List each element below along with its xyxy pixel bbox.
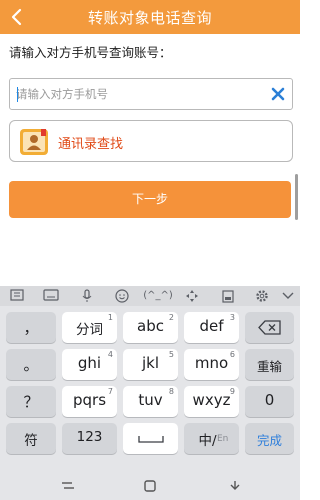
key-123[interactable]: 123 bbox=[62, 423, 117, 454]
title-bar: 转账对象电话查询 bbox=[0, 0, 300, 34]
key-symbols[interactable]: 符 bbox=[6, 423, 56, 454]
phone-input-box bbox=[9, 78, 293, 110]
system-nav-bar bbox=[0, 471, 300, 500]
contacts-lookup-button[interactable]: 通讯录查找 bbox=[9, 120, 293, 162]
key-language-en-label: En bbox=[217, 434, 229, 444]
key-9-wxyz[interactable]: 9 wxyz bbox=[184, 386, 239, 417]
keyboard-toolbar: (^_^) bbox=[0, 286, 300, 306]
key-reset[interactable]: 重输 bbox=[245, 349, 294, 380]
key-6-mno[interactable]: 6 mno bbox=[184, 349, 239, 380]
emoji-icon[interactable] bbox=[113, 289, 131, 303]
scroll-indicator bbox=[295, 174, 298, 220]
space-icon bbox=[138, 436, 164, 443]
keyboard-icon[interactable] bbox=[42, 289, 60, 303]
contacts-lookup-label: 通讯录查找 bbox=[58, 137, 124, 152]
key-space[interactable] bbox=[123, 423, 178, 454]
key-3-def[interactable]: 3 def bbox=[184, 312, 239, 343]
collapse-keyboard-icon[interactable] bbox=[279, 289, 297, 303]
clipboard-icon[interactable] bbox=[219, 289, 237, 303]
text-cursor bbox=[17, 87, 18, 102]
key-backspace[interactable] bbox=[245, 312, 294, 343]
key-4-ghi[interactable]: 4 ghi bbox=[62, 349, 117, 380]
settings-icon[interactable] bbox=[253, 289, 271, 303]
key-2-abc[interactable]: 2 abc bbox=[123, 312, 178, 343]
page-title: 转账对象电话查询 bbox=[87, 9, 212, 27]
backspace-icon bbox=[258, 320, 281, 335]
contact-book-icon bbox=[19, 127, 49, 157]
cursor-move-icon[interactable] bbox=[183, 289, 201, 303]
key-5-jkl[interactable]: 5 jkl bbox=[123, 349, 178, 380]
key-7-pqrs[interactable]: 7 pqrs bbox=[62, 386, 117, 417]
phone-input[interactable] bbox=[10, 79, 260, 109]
key-1-segment[interactable]: 1 分词 bbox=[62, 312, 117, 343]
key-period[interactable]: 。 bbox=[6, 349, 56, 380]
clear-input-button[interactable] bbox=[270, 86, 286, 102]
kaomoji-icon[interactable]: (^_^) bbox=[143, 289, 173, 303]
key-comma[interactable]: ， bbox=[6, 312, 56, 343]
soft-keyboard: (^_^) ， 1 分词 2 abc 3 def 。 4 ghi 5 jkl 6… bbox=[0, 286, 300, 471]
microphone-icon[interactable] bbox=[78, 289, 96, 303]
key-question[interactable]: ？ bbox=[6, 386, 56, 417]
back-icon[interactable] bbox=[228, 478, 244, 492]
recent-apps-icon[interactable] bbox=[60, 478, 76, 492]
key-language-switch[interactable]: 中/ En bbox=[184, 423, 239, 454]
phone-prompt-label: 请输入对方手机号查询账号： bbox=[9, 45, 172, 60]
screen: 转账对象电话查询 请输入对方手机号查询账号： 通讯录查找 下一步 bbox=[0, 0, 300, 500]
home-icon[interactable] bbox=[143, 478, 159, 492]
next-step-button[interactable]: 下一步 bbox=[9, 181, 291, 218]
key-0[interactable]: 0 bbox=[245, 386, 294, 417]
key-8-tuv[interactable]: 8 tuv bbox=[123, 386, 178, 417]
keyboard-grid-icon[interactable] bbox=[8, 289, 26, 303]
close-icon bbox=[271, 87, 285, 101]
key-done[interactable]: 完成 bbox=[245, 423, 294, 454]
